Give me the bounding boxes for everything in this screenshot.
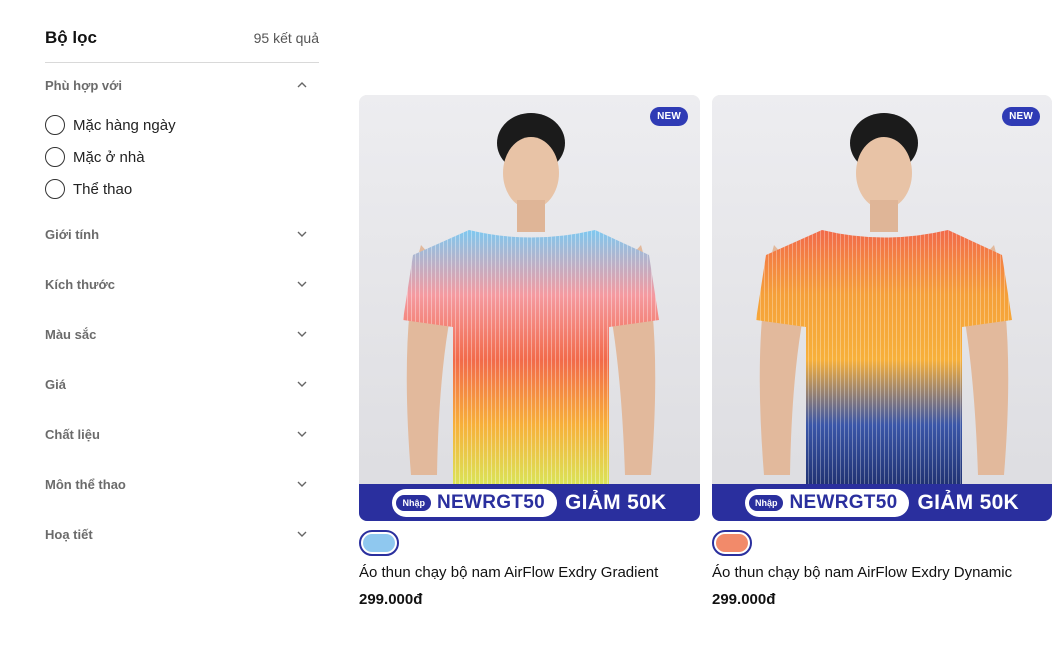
filter-section-label: Phù hợp với (45, 77, 122, 93)
color-swatch[interactable] (359, 530, 399, 556)
filter-section-label: Kích thước (45, 276, 115, 292)
filter-options: Mặc hàng ngày Mặc ở nhà Thể thao (45, 107, 319, 209)
promo-discount: GIẢM 50K (917, 490, 1020, 514)
product-photo (359, 95, 700, 521)
chevron-up-icon (295, 78, 309, 92)
chevron-down-icon (295, 477, 309, 491)
new-badge: NEW (650, 107, 688, 126)
chevron-down-icon (295, 377, 309, 391)
promo-code-pill: Nhập NEWRGT50 (744, 488, 910, 517)
product-card[interactable]: NEW Nhập NEWRGT50 GIẢM 50K Áo thun chạy … (712, 95, 1052, 608)
filter-section-suitable-for: Phù hợp với Mặc hàng ngày Mặc ở nhà Thể … (45, 63, 319, 209)
filter-section-toggle[interactable]: Giá (45, 359, 319, 409)
filter-title: Bộ lọc (45, 28, 97, 47)
color-swatch[interactable] (712, 530, 752, 556)
product-image[interactable]: NEW Nhập NEWRGT50 GIẢM 50K (359, 95, 700, 521)
product-card[interactable]: NEW Nhập NEWRGT50 GIẢM 50K Áo thun chạy … (359, 95, 700, 608)
filter-section-toggle[interactable]: Màu sắc (45, 309, 319, 359)
filter-section-label: Chất liệu (45, 426, 100, 442)
promo-code: NEWRGT50 (789, 491, 898, 513)
new-badge: NEW (1002, 107, 1040, 126)
filter-section-toggle[interactable]: Phù hợp với (45, 63, 319, 107)
filter-section-pattern: Hoạ tiết (45, 509, 319, 559)
filter-section-color: Màu sắc (45, 309, 319, 359)
chevron-down-icon (295, 277, 309, 291)
product-photo (712, 95, 1052, 521)
filter-section-sport: Môn thể thao (45, 459, 319, 509)
filter-option-daily-wear[interactable]: Mặc hàng ngày (45, 109, 319, 141)
chevron-down-icon (295, 527, 309, 541)
chevron-down-icon (295, 327, 309, 341)
product-image[interactable]: NEW Nhập NEWRGT50 GIẢM 50K (712, 95, 1052, 521)
radio-button[interactable] (45, 147, 65, 167)
color-swatches (359, 529, 700, 557)
filter-section-label: Màu sắc (45, 326, 97, 342)
filter-section-label: Hoạ tiết (45, 526, 93, 542)
filter-header: Bộ lọc 95 kết quả (45, 28, 319, 63)
chevron-down-icon (295, 227, 309, 241)
filter-section-material: Chất liệu (45, 409, 319, 459)
option-label: Thể thao (73, 180, 133, 198)
filter-section-price: Giá (45, 359, 319, 409)
promo-banner: Nhập NEWRGT50 GIẢM 50K (359, 484, 700, 521)
radio-button[interactable] (45, 115, 65, 135)
filter-section-label: Giá (45, 376, 66, 392)
product-name[interactable]: Áo thun chạy bộ nam AirFlow Exdry Gradie… (359, 563, 700, 583)
filter-section-toggle[interactable]: Hoạ tiết (45, 509, 319, 559)
filter-option-sport[interactable]: Thể thao (45, 173, 319, 205)
promo-code-pill: Nhập NEWRGT50 (392, 488, 557, 517)
product-name[interactable]: Áo thun chạy bộ nam AirFlow Exdry Dynami… (712, 563, 1052, 583)
promo-enter-label: Nhập (748, 494, 784, 511)
product-price: 299.000đ (359, 591, 423, 608)
chevron-down-icon (295, 427, 309, 441)
result-count: 95 kết quả (253, 30, 319, 46)
option-label: Mặc ở nhà (73, 148, 145, 166)
promo-code: NEWRGT50 (436, 491, 545, 513)
option-label: Mặc hàng ngày (73, 116, 176, 134)
promo-banner: Nhập NEWRGT50 GIẢM 50K (712, 484, 1052, 521)
filter-section-label: Giới tính (45, 226, 100, 242)
product-price: 299.000đ (712, 591, 776, 608)
radio-button[interactable] (45, 179, 65, 199)
filter-section-toggle[interactable]: Chất liệu (45, 409, 319, 459)
filter-section-toggle[interactable]: Kích thước (45, 259, 319, 309)
filter-option-home-wear[interactable]: Mặc ở nhà (45, 141, 319, 173)
filter-section-gender: Giới tính (45, 209, 319, 259)
promo-discount: GIẢM 50K (564, 490, 667, 514)
filter-section-size: Kích thước (45, 259, 319, 309)
page: Bộ lọc 95 kết quả Phù hợp với Mặc hàng n… (0, 0, 1053, 665)
promo-enter-label: Nhập (396, 494, 431, 511)
filter-sidebar: Bộ lọc 95 kết quả Phù hợp với Mặc hàng n… (45, 28, 319, 559)
filter-section-label: Môn thể thao (45, 476, 126, 492)
color-swatches (712, 529, 1052, 557)
filter-section-toggle[interactable]: Môn thể thao (45, 459, 319, 509)
filter-section-toggle[interactable]: Giới tính (45, 209, 319, 259)
